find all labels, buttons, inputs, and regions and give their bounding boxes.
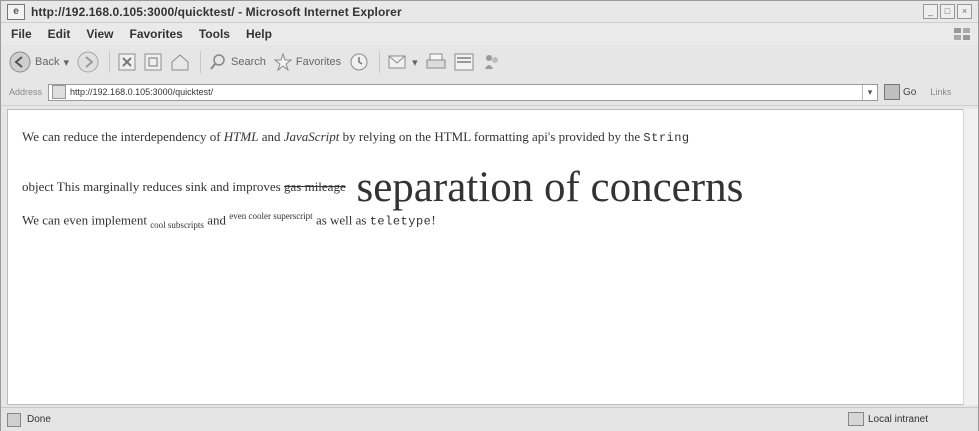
window-controls: _ □ × — [923, 4, 972, 19]
document-body: We can reduce the interdependency of HTM… — [8, 110, 964, 237]
search-icon — [210, 54, 225, 70]
back-button[interactable]: Back ▾ — [9, 51, 69, 73]
text-span: We can reduce the interdependency of — [22, 129, 224, 144]
menu-bar: File Edit View Favorites Tools Help — [1, 23, 978, 45]
stop-button[interactable] — [118, 53, 136, 71]
zone-label: Local intranet — [867, 413, 928, 425]
menu-edit[interactable]: Edit — [48, 27, 71, 41]
window-title: http://192.168.0.105:3000/quicktest/ - M… — [31, 4, 402, 19]
refresh-button[interactable] — [144, 53, 162, 71]
text-span: and — [258, 129, 284, 144]
mail-dropdown-icon[interactable]: ▾ — [412, 56, 418, 69]
teletype-text: teletype — [369, 214, 432, 229]
intranet-icon — [847, 412, 864, 426]
refresh-icon — [144, 53, 162, 71]
security-zone: Local intranet — [847, 412, 928, 426]
search-label: Search — [231, 56, 266, 68]
status-text: Done — [27, 414, 51, 425]
address-input[interactable]: http://192.168.0.105:3000/quicktest/ ▾ — [48, 83, 879, 101]
back-dropdown-icon[interactable]: ▾ — [63, 56, 69, 69]
go-label: Go — [903, 86, 917, 98]
standard-toolbar: Back ▾ Search Favorites ▾ — [1, 45, 978, 80]
search-button[interactable]: Search — [209, 53, 266, 71]
page-content: We can reduce the interdependency of HTM… — [7, 109, 965, 405]
minimize-button[interactable]: _ — [923, 4, 938, 19]
address-bar: Address http://192.168.0.105:3000/quickt… — [1, 79, 978, 106]
maximize-button[interactable]: □ — [940, 4, 955, 19]
forward-arrow-icon — [77, 51, 99, 73]
toolbar-separator — [109, 51, 110, 73]
emphasis-javascript: JavaScript — [283, 129, 340, 144]
edit-button[interactable] — [454, 53, 474, 71]
stop-icon — [118, 53, 136, 71]
toolbar-separator — [200, 51, 201, 73]
content-line-1: We can reduce the interdependency of HTM… — [22, 128, 950, 147]
messenger-button[interactable] — [482, 52, 502, 72]
status-bar: Done Local intranet — [1, 407, 978, 431]
superscript-text: even cooler superscript — [229, 211, 313, 222]
text-span: ! — [431, 212, 436, 228]
go-arrow-icon — [884, 84, 901, 100]
forward-button[interactable] — [77, 51, 99, 73]
text-span: object This marginally reduces sink and … — [22, 179, 284, 194]
windows-logo-icon — [954, 28, 970, 40]
links-label[interactable]: Links — [930, 87, 951, 97]
history-button[interactable] — [349, 52, 369, 72]
emphasis-html: HTML — [223, 129, 259, 144]
title-bar: e http://192.168.0.105:3000/quicktest/ -… — [1, 1, 978, 23]
text-span: as well as — [312, 212, 370, 228]
toolbar-separator — [379, 51, 381, 73]
close-button[interactable]: × — [957, 4, 972, 19]
page-icon — [52, 85, 67, 99]
subscript-text: cool subscripts — [150, 219, 204, 230]
menu-favorites[interactable]: Favorites — [129, 27, 182, 41]
back-label: Back — [35, 56, 60, 68]
favorites-button[interactable]: Favorites — [273, 53, 342, 71]
browser-window: e http://192.168.0.105:3000/quicktest/ -… — [0, 0, 979, 431]
home-button[interactable] — [170, 53, 190, 71]
address-label: Address — [9, 87, 43, 97]
mail-icon — [388, 55, 406, 69]
messenger-icon — [484, 55, 498, 69]
menu-file[interactable]: File — [11, 27, 32, 41]
print-button[interactable] — [426, 53, 446, 71]
text-span: We can even implement — [22, 212, 151, 228]
home-icon — [171, 54, 189, 71]
menu-view[interactable]: View — [86, 27, 113, 41]
address-dropdown-icon[interactable]: ▾ — [862, 84, 877, 100]
page-status-icon — [7, 412, 21, 427]
menu-tools[interactable]: Tools — [199, 27, 230, 41]
mail-button[interactable]: ▾ — [388, 53, 418, 71]
favorites-label: Favorites — [295, 56, 342, 68]
edit-icon — [454, 53, 474, 71]
vertical-scrollbar[interactable] — [963, 109, 978, 405]
code-string: String — [643, 131, 690, 145]
back-arrow-icon — [9, 51, 31, 73]
strikethrough-text: gas mileage — [284, 179, 346, 194]
menu-help[interactable]: Help — [246, 27, 272, 41]
go-button[interactable]: Go — [884, 84, 916, 100]
history-icon — [350, 53, 368, 71]
text-span: and — [203, 212, 230, 228]
text-span: by relying on the HTML formatting api's … — [339, 129, 644, 144]
ie-icon: e — [7, 3, 25, 20]
star-icon — [273, 53, 292, 71]
address-url: http://192.168.0.105:3000/quicktest/ — [70, 87, 214, 97]
print-icon — [426, 53, 446, 69]
